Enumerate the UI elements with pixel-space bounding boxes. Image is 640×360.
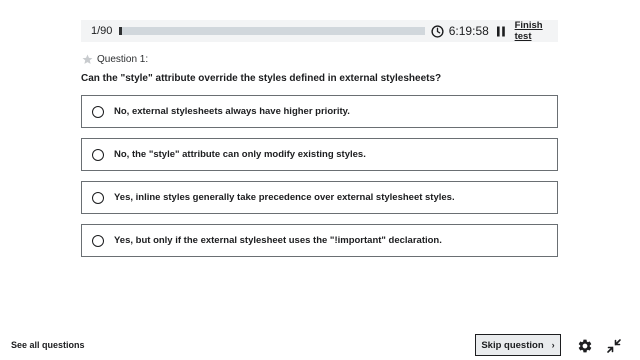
question-text: Can the "style" attribute override the s… [81,73,442,84]
answer-option[interactable]: No, external stylesheets always have hig… [81,95,558,128]
answer-option[interactable]: No, the "style" attribute can only modif… [81,138,558,171]
progress-fill [118,27,123,35]
radio-button[interactable] [92,234,104,247]
radio-button[interactable] [92,105,104,118]
answer-option[interactable]: Yes, inline styles generally take preced… [81,181,558,214]
clock-icon [431,24,444,38]
answer-option[interactable]: Yes, but only if the external stylesheet… [81,224,558,257]
answer-text: Yes, inline styles generally take preced… [114,192,455,203]
progress-bar [118,27,425,35]
star-icon[interactable] [82,54,93,65]
gear-icon[interactable] [577,338,593,354]
test-header-bar: 1/90 6:19:58 Finish test [81,20,558,42]
finish-test-link[interactable]: Finish test [515,20,558,42]
answer-text: No, external stylesheets always have hig… [114,106,350,117]
pause-icon[interactable] [495,24,508,38]
answer-list: No, external stylesheets always have hig… [81,95,558,267]
skip-question-label: Skip question [481,339,544,351]
question-label-row: Question 1: [82,54,148,65]
answer-text: No, the "style" attribute can only modif… [114,149,366,160]
radio-button[interactable] [92,148,104,161]
answer-text: Yes, but only if the external stylesheet… [114,235,442,246]
radio-button[interactable] [92,191,104,204]
chevron-right-icon: › [551,340,555,350]
expand-icon[interactable] [606,338,622,354]
see-all-questions-button[interactable]: See all questions [11,340,85,350]
skip-question-button[interactable]: Skip question › [475,334,561,356]
timer-text: 6:19:58 [448,24,489,38]
question-label: Question 1: [97,54,149,65]
question-counter: 1/90 [91,25,113,37]
